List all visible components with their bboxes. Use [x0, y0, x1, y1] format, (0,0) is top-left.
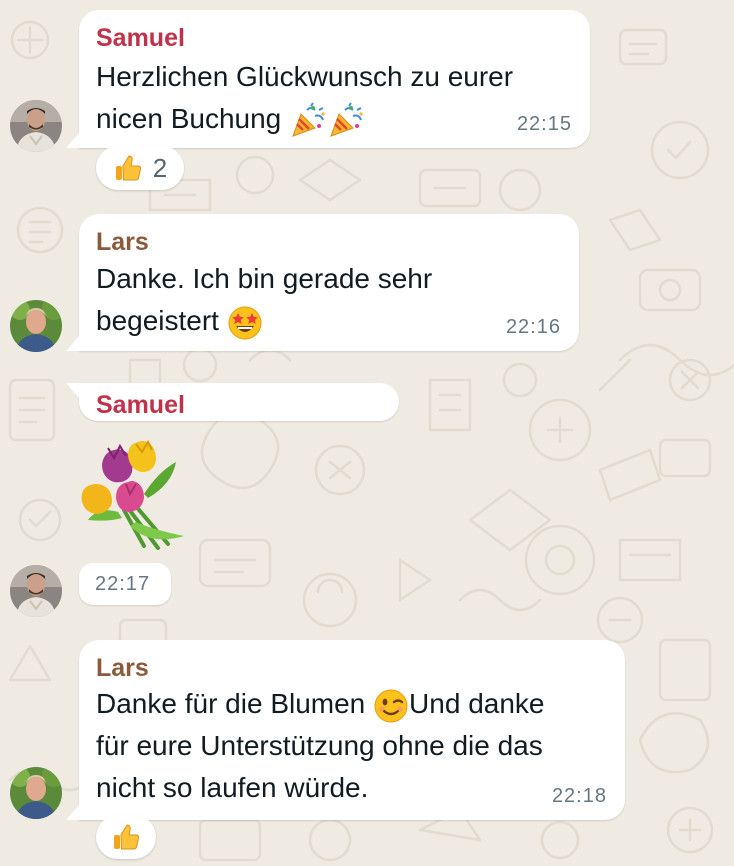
message-timestamp: 22:17 [95, 573, 151, 595]
message-text: Herzlichen Glückwunsch zu eurer [96, 61, 514, 92]
thumbs-up-icon [114, 824, 140, 850]
reaction-badge[interactable]: 2 [96, 146, 184, 190]
message-timestamp: 22:15 [516, 113, 572, 135]
avatar-samuel-icon [10, 565, 62, 617]
chat-message-list: Samuel Herzlichen Glückwunsch zu eurer n… [0, 0, 734, 866]
avatar-samuel[interactable] [10, 565, 62, 617]
sender-name: Samuel [96, 24, 185, 52]
message-text: für eure Unterstützung ohne die das [96, 730, 543, 761]
avatar-lars[interactable] [10, 300, 62, 352]
party-popper-icon [292, 102, 325, 137]
sender-name: Samuel [96, 391, 185, 419]
avatar-samuel-icon [10, 100, 62, 152]
thumbs-up-icon [115, 155, 141, 181]
message-bubble[interactable]: Lars Danke. Ich bin gerade sehr begeiste… [66, 214, 579, 351]
message-timestamp: 22:18 [551, 785, 607, 807]
avatar-samuel[interactable] [10, 100, 62, 152]
party-popper-icon [330, 102, 363, 137]
message-text: nicht so laufen würde. [96, 772, 369, 803]
message-text: Danke für die Blumen Und danke [96, 683, 544, 725]
tulip-bouquet-icon[interactable] [78, 438, 190, 552]
message-bubble[interactable]: Lars Danke für die Blumen Und danke für … [66, 640, 625, 820]
reaction-badge[interactable] [96, 815, 156, 859]
avatar-lars-icon [10, 300, 62, 352]
avatar-lars[interactable] [10, 767, 62, 819]
message-timestamp: 22:16 [505, 316, 561, 338]
message-text: Danke. Ich bin gerade sehr [96, 263, 433, 294]
message-text: nicen Buchung [96, 98, 365, 140]
message-bubble[interactable]: Samuel Herzlichen Glückwunsch zu eurer n… [66, 10, 590, 148]
sticker-timestamp-pill: 22:17 [79, 563, 171, 605]
message-text: begeistert [96, 300, 263, 342]
star-struck-icon [228, 306, 262, 340]
message-sender-header[interactable]: Samuel [66, 383, 399, 421]
reaction-count: 2 [152, 152, 168, 183]
sender-name: Lars [96, 654, 149, 682]
winking-face-icon [374, 689, 408, 723]
sender-name: Lars [96, 228, 149, 256]
avatar-lars-icon [10, 767, 62, 819]
